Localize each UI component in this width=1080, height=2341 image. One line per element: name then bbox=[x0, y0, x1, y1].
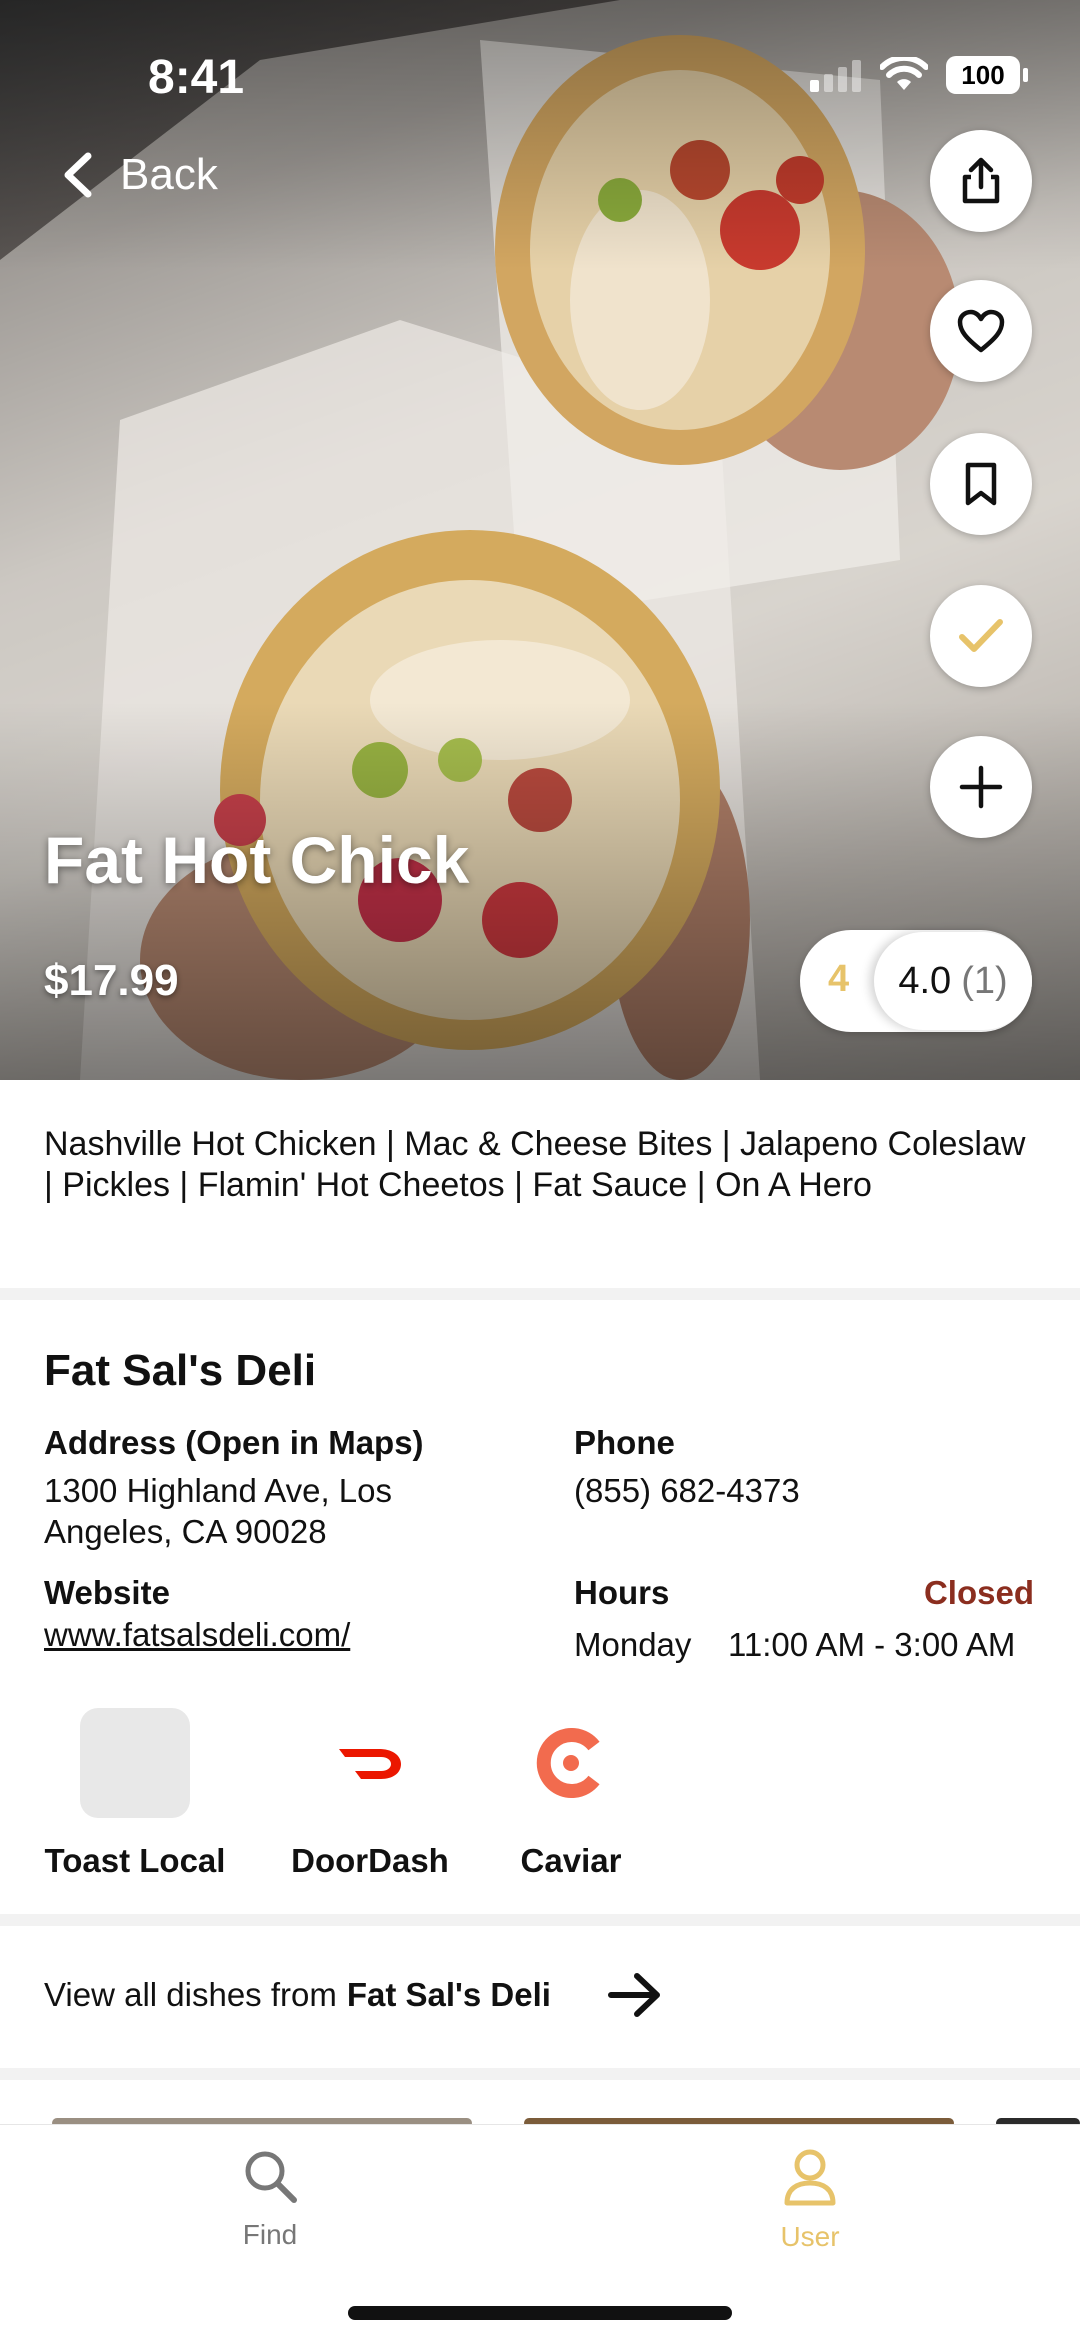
toast-local-logo bbox=[80, 1708, 190, 1818]
view-all-dishes-link[interactable]: View all dishes from Fat Sal's Deli bbox=[44, 1972, 663, 2018]
dish-price: $17.99 bbox=[44, 956, 179, 1005]
delivery-name: Toast Local bbox=[44, 1842, 226, 1879]
status-icons: 100 bbox=[810, 56, 1028, 94]
tab-label: User bbox=[780, 2221, 840, 2252]
view-all-prefix: View all dishes from bbox=[44, 1976, 337, 2013]
website-label: Website bbox=[44, 1574, 170, 1611]
home-indicator bbox=[348, 2306, 732, 2320]
user-rating: 4 bbox=[828, 958, 850, 1000]
share-icon bbox=[962, 157, 1000, 204]
search-icon bbox=[245, 2151, 297, 2203]
status-time: 8:41 bbox=[148, 51, 245, 104]
battery-icon: 100 bbox=[946, 56, 1028, 94]
section-divider bbox=[0, 1288, 1080, 1300]
tab-label: Find bbox=[242, 2219, 298, 2250]
delivery-caviar[interactable]: Caviar bbox=[516, 1708, 626, 1880]
arrow-right-icon bbox=[607, 1973, 660, 2017]
hours-label: Hours bbox=[574, 1574, 670, 1611]
view-all-restaurant: Fat Sal's Deli bbox=[346, 1976, 551, 2013]
phone-label: Phone bbox=[574, 1424, 675, 1461]
caviar-logo bbox=[516, 1708, 626, 1818]
delivery-toast-local[interactable]: Toast Local bbox=[44, 1708, 226, 1880]
tried-button[interactable] bbox=[930, 585, 1032, 687]
share-button[interactable] bbox=[930, 130, 1032, 232]
doordash-logo bbox=[315, 1708, 425, 1818]
ingredients-text: Nashville Hot Chicken | Mac & Cheese Bit… bbox=[44, 1125, 1026, 1204]
rating-pill[interactable]: 4 4.0 (1) bbox=[800, 930, 1032, 1032]
address-line-1: 1300 Highland Ave, Los bbox=[44, 1472, 392, 1509]
delivery-doordash[interactable]: DoorDash bbox=[290, 1708, 450, 1880]
delivery-name: DoorDash bbox=[291, 1842, 449, 1879]
rating-score: 4.0 bbox=[898, 959, 952, 1002]
restaurant-name: Fat Sal's Deli bbox=[44, 1346, 317, 1395]
address-label[interactable]: Address (Open in Maps) bbox=[44, 1424, 424, 1462]
website-link[interactable]: www.fatsalsdeli.com/ bbox=[44, 1614, 350, 1655]
cellular-signal-icon bbox=[810, 60, 861, 92]
bookmark-button[interactable] bbox=[930, 433, 1032, 535]
heart-icon bbox=[957, 309, 1005, 353]
back-button[interactable]: Back bbox=[60, 150, 218, 200]
dish-title: Fat Hot Chick bbox=[44, 823, 470, 897]
caviar-icon bbox=[536, 1728, 600, 1798]
wifi-icon bbox=[880, 57, 928, 90]
check-icon bbox=[959, 619, 1003, 652]
tab-find[interactable]: Find bbox=[170, 2147, 370, 2251]
section-divider bbox=[0, 2068, 1080, 2080]
hours-day: Monday bbox=[574, 1626, 692, 1663]
rating-count: (1) bbox=[961, 959, 1008, 1002]
bookmark-icon bbox=[965, 462, 997, 506]
user-icon bbox=[784, 2149, 836, 2206]
delivery-name: Caviar bbox=[520, 1842, 622, 1879]
doordash-icon bbox=[339, 1749, 401, 1779]
back-label: Back bbox=[120, 150, 218, 199]
phone-number[interactable]: (855) 682-4373 bbox=[574, 1470, 800, 1511]
address-line-2: Angeles, CA 90028 bbox=[44, 1513, 327, 1550]
status-badge: Closed bbox=[923, 1574, 1034, 1611]
tab-user[interactable]: User bbox=[710, 2147, 910, 2253]
chevron-left-icon bbox=[64, 152, 92, 198]
add-button[interactable] bbox=[930, 736, 1032, 838]
status-bar: 8:41 100 bbox=[0, 0, 1080, 150]
average-rating: 4.0 (1) bbox=[874, 932, 1032, 1030]
section-divider bbox=[0, 1914, 1080, 1926]
plus-icon bbox=[959, 765, 1003, 809]
hours-time: 11:00 AM - 3:00 AM bbox=[728, 1626, 1016, 1663]
favorite-button[interactable] bbox=[930, 280, 1032, 382]
